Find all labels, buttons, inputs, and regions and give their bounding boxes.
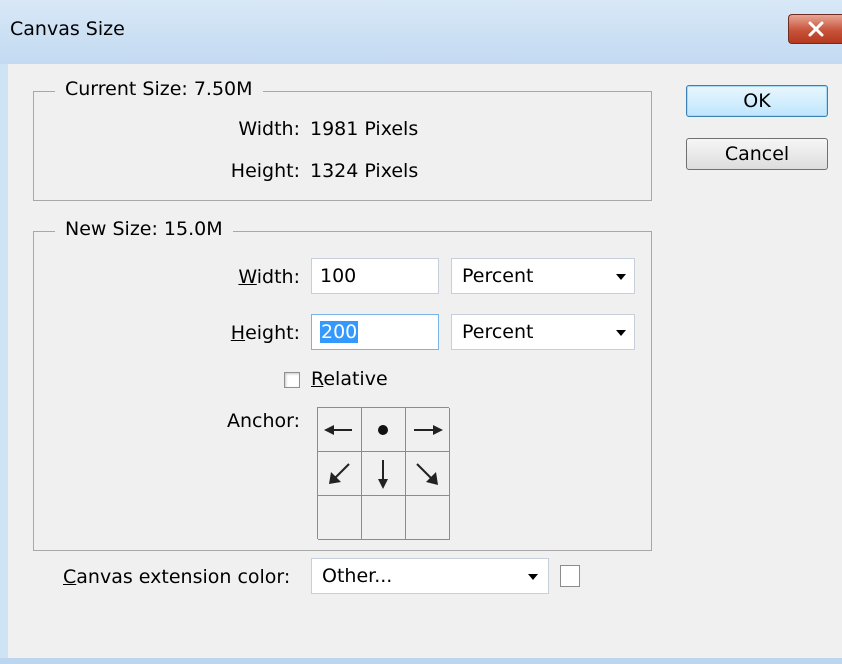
anchor-cell-bottom-right[interactable] (406, 496, 450, 540)
new-height-label: Height: (200, 322, 300, 344)
close-button[interactable] (788, 14, 842, 44)
new-height-input[interactable]: 200 (311, 314, 439, 350)
anchor-cell-middle-left[interactable] (318, 452, 362, 496)
chevron-down-icon (616, 274, 626, 280)
extension-label-rest: anvas extension color: (76, 566, 291, 588)
relative-label-rest: elative (323, 368, 388, 390)
arrow-down-icon (378, 460, 388, 489)
anchor-cell-top-right[interactable] (406, 408, 450, 452)
anchor-cell-top-center[interactable] (362, 408, 406, 452)
cancel-button[interactable]: Cancel (686, 138, 828, 170)
extension-accelerator: C (63, 566, 77, 588)
height-unit-select[interactable]: Percent (451, 314, 635, 350)
arrow-left-icon (324, 425, 352, 435)
new-height-value: 200 (320, 321, 359, 343)
title-bar[interactable]: Canvas Size (0, 0, 842, 64)
relative-accelerator: R (311, 368, 324, 390)
canvas-size-dialog: Canvas Size Current Size: 7.50M Width: 1… (0, 0, 842, 664)
new-width-label: Width: (200, 266, 300, 288)
width-accelerator: W (238, 266, 257, 288)
chevron-down-icon (528, 574, 538, 580)
current-size-group (33, 91, 652, 201)
extension-color-swatch[interactable] (560, 565, 580, 587)
width-unit-value: Percent (462, 265, 534, 287)
window-bottom-border (0, 658, 842, 664)
arrow-down-right-icon (416, 463, 438, 485)
dialog-title: Canvas Size (10, 18, 125, 40)
anchor-label: Anchor: (226, 410, 300, 432)
relative-label[interactable]: Relative (311, 368, 388, 390)
relative-checkbox[interactable] (284, 372, 300, 388)
current-size-legend: Current Size: 7.50M (55, 78, 263, 100)
anchor-cell-bottom-center[interactable] (362, 496, 406, 540)
anchor-cell-top-left[interactable] (318, 408, 362, 452)
anchor-grid (317, 407, 450, 540)
current-height-label: Height: (230, 160, 300, 182)
anchor-cell-middle-center[interactable] (362, 452, 406, 496)
chevron-down-icon (616, 330, 626, 336)
extension-color-label: Canvas extension color: (63, 566, 290, 588)
ok-button[interactable]: OK (686, 85, 828, 117)
anchor-cell-middle-right[interactable] (406, 452, 450, 496)
width-label-rest: idth: (256, 266, 300, 288)
extension-color-value: Other... (322, 565, 393, 587)
height-accelerator: H (230, 322, 246, 344)
anchor-dot-icon (378, 425, 388, 435)
width-unit-select[interactable]: Percent (451, 258, 635, 294)
close-icon (808, 21, 824, 37)
extension-color-select[interactable]: Other... (311, 558, 549, 594)
arrow-down-left-icon (329, 463, 350, 484)
new-size-legend: New Size: 15.0M (55, 218, 233, 240)
new-width-value: 100 (320, 265, 357, 287)
current-width-label: Width: (238, 118, 300, 140)
arrow-right-icon (414, 425, 443, 435)
current-height-value: 1324 Pixels (310, 160, 419, 182)
height-unit-value: Percent (462, 321, 534, 343)
height-label-rest: eight: (245, 322, 300, 344)
anchor-cell-bottom-left[interactable] (318, 496, 362, 540)
current-width-value: 1981 Pixels (310, 118, 419, 140)
new-width-input[interactable]: 100 (311, 258, 439, 294)
